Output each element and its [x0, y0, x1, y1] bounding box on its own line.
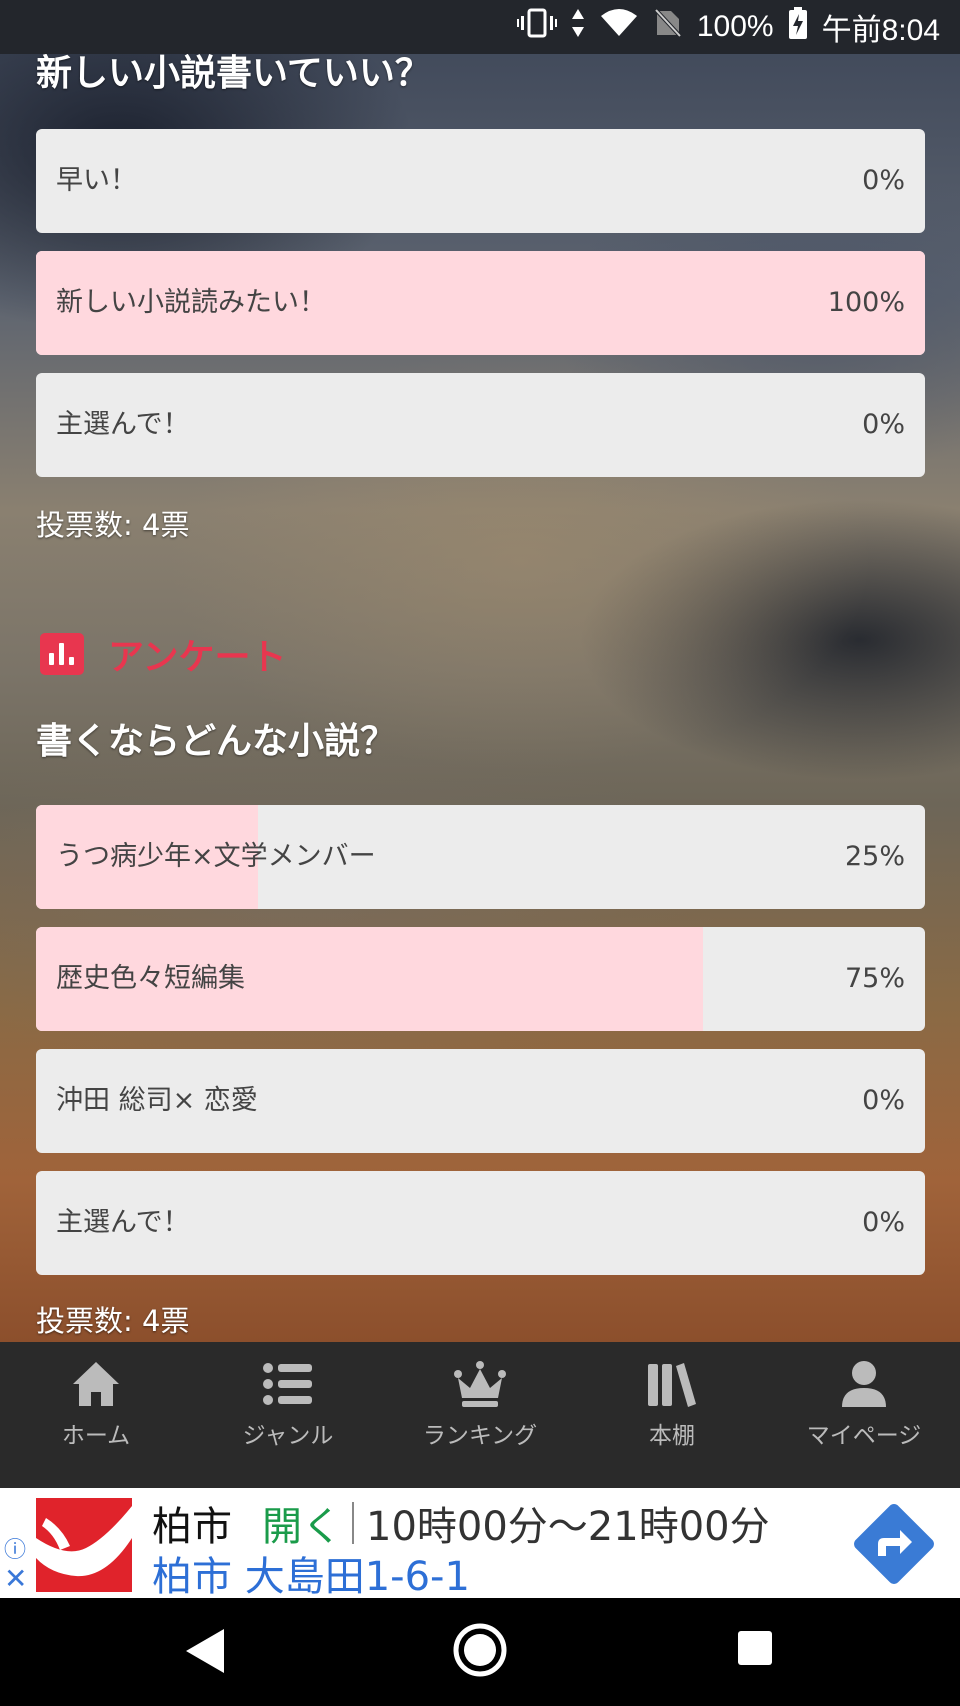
- poll-option[interactable]: 沖田 総司× 恋愛 0%: [36, 1049, 925, 1153]
- wifi-icon: [599, 8, 639, 46]
- option-percent: 75%: [844, 963, 905, 994]
- option-label: うつ病少年×文学メンバー: [56, 841, 376, 872]
- nav-item-ranking[interactable]: ランキング: [384, 1342, 576, 1488]
- option-percent: 0%: [862, 409, 905, 440]
- poll-title: 新しい小説書いていい？: [36, 54, 431, 94]
- option-percent: 0%: [862, 1207, 905, 1238]
- nav-item-mypage[interactable]: マイページ: [768, 1342, 960, 1488]
- ad-divider: [352, 1502, 354, 1544]
- poll-option[interactable]: 新しい小説読みたい！ 100%: [36, 251, 925, 355]
- nav-item-bookshelf[interactable]: 本棚: [576, 1342, 768, 1488]
- crown-icon: [454, 1361, 506, 1407]
- nav-item-home[interactable]: ホーム: [0, 1342, 192, 1488]
- poll-option[interactable]: 主選んで！ 0%: [36, 1171, 925, 1275]
- bar-chart-icon: [40, 633, 84, 675]
- option-percent: 100%: [827, 287, 905, 318]
- back-icon[interactable]: [182, 1626, 228, 1676]
- poll-option[interactable]: うつ病少年×文学メンバー 25%: [36, 805, 925, 909]
- nav-label: 本棚: [649, 1423, 695, 1449]
- poll-option[interactable]: 主選んで！ 0%: [36, 373, 925, 477]
- poll-option[interactable]: 歴史色々短編集 75%: [36, 927, 925, 1031]
- option-label: 早い！: [56, 165, 137, 196]
- poll-title: 書くならどんな小説？: [36, 721, 397, 762]
- option-label: 歴史色々短編集: [56, 963, 245, 994]
- store-logo: [36, 1498, 132, 1592]
- nav-item-genre[interactable]: ジャンル: [192, 1342, 384, 1488]
- option-percent: 25%: [844, 841, 905, 872]
- vote-count: 投票数: 4票: [36, 508, 190, 542]
- section-label: アンケート: [108, 637, 287, 678]
- home-icon: [73, 1362, 119, 1406]
- bookshelf-icon: [648, 1363, 696, 1407]
- list-icon: [263, 1363, 312, 1405]
- recents-icon[interactable]: [737, 1630, 773, 1666]
- ad-address: 柏市 大島田1-6-1: [152, 1554, 470, 1600]
- system-nav-bar: [0, 1598, 960, 1706]
- battery-percent: 100%: [696, 10, 774, 43]
- ad-info-icon[interactable]: ⓘ: [4, 1532, 26, 1564]
- directions-icon[interactable]: [852, 1502, 936, 1586]
- ad-close-icon[interactable]: ✕: [4, 1562, 27, 1595]
- battery-charging-icon: [788, 7, 808, 47]
- bottom-nav: ホーム ジャンル ランキング 本棚 マイページ: [0, 1342, 960, 1488]
- vibrate-icon: [516, 8, 557, 46]
- nav-label: マイページ: [806, 1423, 922, 1449]
- ad-banner[interactable]: ⓘ ✕ 柏市 開く 10時00分～21時00分 柏市 大島田1-6-1: [0, 1488, 960, 1600]
- option-percent: 0%: [862, 1085, 905, 1116]
- nav-label: ホーム: [61, 1423, 131, 1449]
- option-label: 沖田 総司× 恋愛: [56, 1085, 258, 1116]
- status-bar: 100% 午前8:04: [0, 0, 960, 54]
- option-label: 新しい小説読みたい！: [56, 287, 326, 318]
- poll-option[interactable]: 早い！ 0%: [36, 129, 925, 233]
- survey-section-header: アンケート: [40, 628, 287, 680]
- option-percent: 0%: [862, 165, 905, 196]
- nav-label: ランキング: [422, 1423, 538, 1449]
- data-arrows-icon: [571, 8, 585, 46]
- poll-feed[interactable]: 新しい小説書いていい？ 早い！ 0% 新しい小説読みたい！ 100% 主選んで！…: [0, 54, 960, 1342]
- no-sim-icon: [653, 7, 683, 47]
- option-label: 主選んで！: [56, 409, 190, 440]
- nav-label: ジャンル: [242, 1423, 334, 1449]
- option-label: 主選んで！: [56, 1207, 190, 1238]
- home-button-icon[interactable]: [452, 1622, 508, 1678]
- vote-count: 投票数: 4票: [36, 1304, 190, 1338]
- person-icon: [842, 1361, 886, 1407]
- clock: 午前8:04: [821, 14, 940, 47]
